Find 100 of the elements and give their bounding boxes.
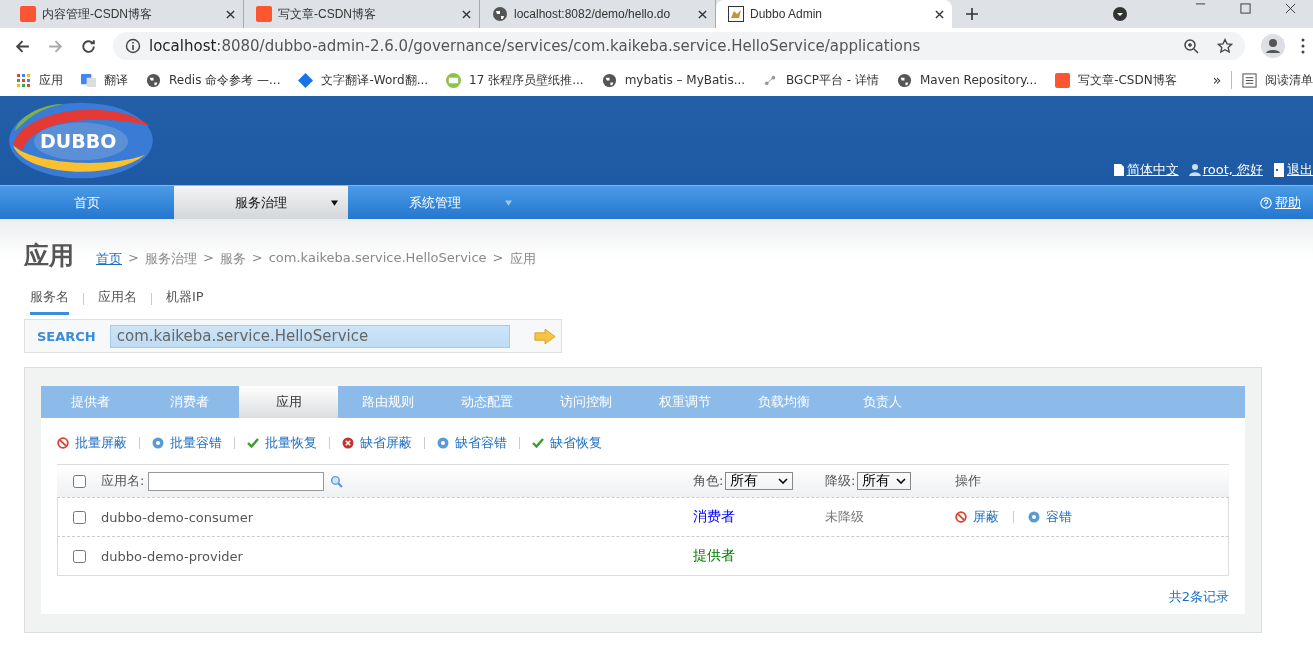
column-label: 降级: xyxy=(825,472,856,490)
breadcrumb-separator: > xyxy=(251,249,263,267)
breadcrumb-item: 服务 xyxy=(219,249,246,268)
action-link[interactable]: 批量容错 xyxy=(152,434,222,452)
filter-field[interactable] xyxy=(148,471,325,491)
breadcrumb-separator: > xyxy=(202,249,214,267)
close-icon[interactable] xyxy=(698,9,707,19)
document-icon xyxy=(1112,163,1125,177)
breadcrumb-link[interactable]: 首页 xyxy=(96,249,122,268)
tab-title: 写文章-CSDN博客 xyxy=(278,5,377,23)
chevron-icon xyxy=(896,478,907,484)
gear-icon xyxy=(152,437,164,449)
row-action-link[interactable]: 屏蔽 xyxy=(955,508,999,526)
translate-icon xyxy=(81,72,96,88)
header-link[interactable]: 退出 xyxy=(1273,161,1313,179)
close-icon[interactable] xyxy=(226,9,235,19)
reload-icon[interactable] xyxy=(80,37,97,55)
search-tab[interactable]: 应用名 xyxy=(98,288,137,315)
diamond-icon xyxy=(298,72,314,88)
panel-tab[interactable]: 应用 xyxy=(239,386,338,418)
nav-item[interactable]: 服务治理 xyxy=(174,186,348,219)
help-icon xyxy=(1260,195,1272,210)
tab-title: 内容管理-CSDN博客 xyxy=(42,5,153,23)
search-tab[interactable]: 机器IP xyxy=(166,288,204,315)
overflow-button[interactable]: » xyxy=(1212,72,1222,88)
action-link[interactable]: 缺省容错 xyxy=(437,434,507,452)
table-cell: 未降级 xyxy=(825,508,864,526)
browser-tab[interactable]: 写文章-CSDN博客 xyxy=(244,0,480,28)
bookmark[interactable]: Maven Repository... xyxy=(897,72,1038,88)
nav-item[interactable]: 系统管理 xyxy=(348,186,522,219)
star-icon[interactable] xyxy=(1217,38,1233,54)
list-icon xyxy=(1242,72,1257,88)
bookmark[interactable]: 写文章-CSDN博客 xyxy=(1055,71,1177,89)
code-icon xyxy=(446,72,462,88)
table-cell: dubbo-demo-provider xyxy=(101,548,243,564)
apps-icon xyxy=(16,72,31,88)
role-text: 消费者 xyxy=(693,508,735,526)
search-icon[interactable] xyxy=(330,474,344,488)
globe-icon xyxy=(897,72,912,88)
tab-search-icon[interactable] xyxy=(1112,6,1128,22)
gear-icon xyxy=(1028,511,1040,523)
row-checkbox[interactable] xyxy=(72,510,86,524)
search-label: SEARCH xyxy=(37,328,96,344)
breadcrumb-item: 应用 xyxy=(509,249,536,268)
address-field[interactable]: localhost:8080/dubbo-admin-2.6.0/governance/services/com.kaikeba.service.HelloService/applications xyxy=(113,32,1245,60)
action-link[interactable]: 缺省屏蔽 xyxy=(342,434,412,452)
browser-tab[interactable]: 内容管理-CSDN博客 xyxy=(8,0,244,28)
select-all-checkbox[interactable] xyxy=(72,474,86,488)
maximize-icon[interactable] xyxy=(1240,3,1251,14)
breadcrumb-separator: > xyxy=(128,249,139,267)
bookmark[interactable]: Redis 命令参考 —... xyxy=(146,71,281,89)
tab-title: Dubbo Admin xyxy=(750,7,824,21)
bookmark[interactable]: mybatis – MyBatis... xyxy=(601,72,746,88)
zoom-icon[interactable] xyxy=(1183,38,1199,54)
menu-icon[interactable] xyxy=(1301,38,1305,54)
csdn-icon xyxy=(256,6,272,22)
close-icon[interactable] xyxy=(1285,3,1296,14)
tab-title: localhost:8082/demo/hello.do xyxy=(514,7,672,21)
ban-icon xyxy=(955,511,967,523)
action-link[interactable]: 批量恢复 xyxy=(247,434,317,452)
column-label: 操作 xyxy=(955,472,981,490)
action-link[interactable]: 缺省恢复 xyxy=(532,434,602,452)
profile-icon[interactable] xyxy=(1261,34,1285,58)
nav-item[interactable]: 首页 xyxy=(0,186,174,219)
plus-icon[interactable] xyxy=(966,8,978,20)
logo: DUBBO xyxy=(0,98,162,185)
bookmark[interactable]: 应用 xyxy=(16,71,63,89)
app-icon xyxy=(728,6,744,22)
breadcrumb-item: 服务治理 xyxy=(144,249,197,268)
csdn-icon xyxy=(20,6,36,22)
browser-tab[interactable]: Dubbo Admin xyxy=(716,0,952,28)
role-select[interactable]: 所有 xyxy=(725,472,794,490)
search-field[interactable]: com.kaikeba.service.HelloService xyxy=(109,324,510,348)
record-count: 共2条记录 xyxy=(1168,588,1229,606)
bookmark[interactable]: 翻译 xyxy=(81,71,128,89)
breadcrumb-item: com.kaikeba.service.HelloService xyxy=(268,249,487,267)
table-cell: dubbo-demo-consumer xyxy=(101,509,254,525)
header-link[interactable]: 简体中文 xyxy=(1112,161,1179,179)
row-checkbox[interactable] xyxy=(72,549,86,563)
info-icon[interactable] xyxy=(125,38,141,54)
bookmark[interactable]: 17 张程序员壁纸推... xyxy=(446,71,584,89)
breadcrumb-separator: > xyxy=(492,249,504,267)
row-action-link[interactable]: 容错 xyxy=(1028,508,1072,526)
degrade-select[interactable]: 所有 xyxy=(857,472,912,490)
ban-icon xyxy=(57,437,69,449)
chevron-icon xyxy=(778,478,789,484)
exit-icon xyxy=(1273,163,1285,177)
close-icon[interactable] xyxy=(935,9,944,19)
search-tab[interactable]: 服务名 xyxy=(30,288,69,315)
help-link[interactable]: 帮助 xyxy=(1260,193,1313,212)
column-label: 应用名: xyxy=(101,472,145,490)
check-icon xyxy=(532,437,544,449)
check-icon xyxy=(247,437,259,449)
reading-list-button[interactable]: 阅读清单 xyxy=(1242,71,1313,89)
close-icon[interactable] xyxy=(462,9,471,19)
bookmark[interactable]: 文字翻译-Word翻... xyxy=(298,71,429,89)
bookmark[interactable]: BGCP平台 - 详情 xyxy=(763,71,879,89)
action-link[interactable]: 批量屏蔽 xyxy=(57,434,127,452)
browser-tab[interactable]: localhost:8082/demo/hello.do xyxy=(480,0,716,28)
role-text: 提供者 xyxy=(693,547,735,565)
